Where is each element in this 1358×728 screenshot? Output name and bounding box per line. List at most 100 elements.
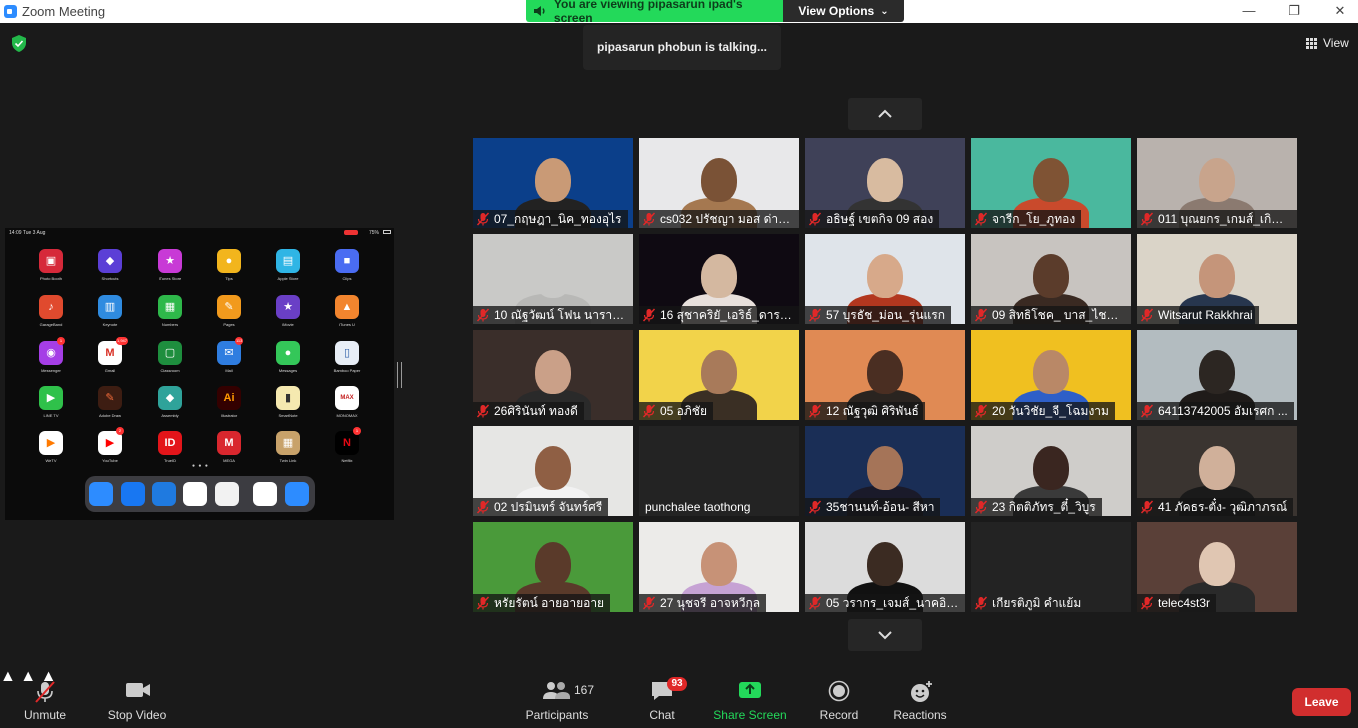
ipad-app[interactable]: ◉ 1 Messenger xyxy=(31,337,71,381)
ipad-app[interactable]: ▮ SmartNote xyxy=(268,386,308,426)
ipad-app[interactable]: ▶ WeTV xyxy=(31,431,71,471)
gallery-next-page-button[interactable] xyxy=(848,619,922,651)
participant-video-face xyxy=(867,446,903,490)
participant-name-tag: จารีก_โย_ภูทอง xyxy=(971,210,1082,228)
ipad-app[interactable]: ✉ 113 Mail xyxy=(209,337,249,381)
app-icon: ▥ xyxy=(98,295,122,319)
reactions-button[interactable]: Reactions xyxy=(890,668,950,728)
participant-tile[interactable]: 011 บุณยกร_เกมส์_เกิดสิริ xyxy=(1137,138,1297,228)
ipad-app[interactable]: MAX MONOMAX xyxy=(327,386,367,426)
participant-tile[interactable]: cs032 ปรัชญา มอส ด่าส... xyxy=(639,138,799,228)
app-label: Tips xyxy=(225,276,233,281)
app-label: Mail xyxy=(225,368,233,373)
participant-tile[interactable]: เกียรติภูมิ คำแย้ม xyxy=(971,522,1131,612)
participant-name-tag: 64113742005 อัมเรศก ... xyxy=(1137,402,1294,420)
dock-app-icon[interactable] xyxy=(183,482,207,506)
close-button[interactable]: ✕ xyxy=(1317,0,1358,23)
view-layout-button[interactable]: View xyxy=(1306,34,1356,52)
ipad-app[interactable]: ♪ GarageBand xyxy=(31,295,71,335)
ipad-app[interactable]: M MEGA xyxy=(209,431,249,471)
ipad-app[interactable]: ▥ Keynote xyxy=(90,295,130,335)
participant-tile[interactable]: 07_กฤษฎา_นิค_ทองอุไร xyxy=(473,138,633,228)
stop-video-button[interactable]: Stop Video xyxy=(104,668,170,728)
participant-tile[interactable]: 10 ณัฐวัฒน์ โฟน นาราเห... xyxy=(473,234,633,324)
participant-tile[interactable]: 64113742005 อัมเรศก ... xyxy=(1137,330,1297,420)
participant-tile[interactable]: 05 วรากร_เจมส์_นาคอินทร์ xyxy=(805,522,965,612)
participant-tile[interactable]: หรัยรัตน์ อายอายอาย xyxy=(473,522,633,612)
microphone-muted-icon xyxy=(35,681,55,703)
share-screen-button[interactable]: Share Screen xyxy=(712,668,788,728)
participant-tile[interactable]: จารีก_โย_ภูทอง xyxy=(971,138,1131,228)
dock-app-icon[interactable] xyxy=(89,482,113,506)
participant-tile[interactable]: 26ศิรินันท์ ทองดี xyxy=(473,330,633,420)
ipad-app[interactable]: ▲ iTunes U xyxy=(327,295,367,335)
participant-tile[interactable]: Witsarut Rakkhrai xyxy=(1137,234,1297,324)
chat-label: Chat xyxy=(649,708,675,722)
app-label: LINE TV xyxy=(43,413,59,418)
dock-app-icon[interactable] xyxy=(253,482,277,506)
audio-options-caret[interactable]: ▲ xyxy=(0,668,16,685)
shared-screen[interactable]: 14:09 Tue 3 Aug 75% ● ● ● ▣ Photo Booth ◆ S… xyxy=(5,228,394,520)
split-view-handle[interactable] xyxy=(397,362,402,388)
participant-tile[interactable]: อธิษฐ์ เขตกิจ 09 สอง xyxy=(805,138,965,228)
record-button[interactable]: Record xyxy=(814,668,864,728)
ipad-app[interactable]: M 1,947 Gmail xyxy=(90,337,130,381)
participant-tile[interactable]: telec4st3r xyxy=(1137,522,1297,612)
ipad-app[interactable]: ▦ Twin Link xyxy=(268,431,308,471)
dock-app-icon[interactable] xyxy=(121,482,145,506)
ipad-app[interactable]: ✎ Pages xyxy=(209,295,249,335)
dock-app-icon[interactable] xyxy=(152,482,176,506)
dock-app-icon[interactable] xyxy=(285,482,309,506)
participant-tile[interactable]: 12 ณัฐวุฒิ ศิริพันธ์ xyxy=(805,330,965,420)
ipad-app[interactable]: ▤ Apple Store xyxy=(268,249,308,289)
participant-name: 20 วันวิชัย_จี_โฉมงาม xyxy=(992,403,1109,418)
ipad-app[interactable]: ● Messages xyxy=(268,341,308,381)
ipad-app[interactable]: Ai Illustrator xyxy=(209,386,249,426)
ipad-app[interactable]: ID TrueID xyxy=(150,431,190,471)
participant-tile[interactable]: 09 สิทธิโชค_ บาส_ไชยสุระ xyxy=(971,234,1131,324)
participant-tile[interactable]: punchalee taothong xyxy=(639,426,799,516)
participant-tile[interactable]: 57 บุรธัช_ม่อน_รุ่นแรก xyxy=(805,234,965,324)
chevron-up-icon xyxy=(878,109,892,118)
participant-tile[interactable]: 20 วันวิชัย_จี_โฉมงาม xyxy=(971,330,1131,420)
participant-name-tag: 07_กฤษฎา_นิค_ทองอุไร xyxy=(473,210,628,228)
leave-meeting-button[interactable]: Leave xyxy=(1292,688,1351,716)
security-shield-icon[interactable] xyxy=(11,35,27,52)
ipad-app[interactable]: ● Tips xyxy=(209,249,249,289)
participant-tile[interactable]: 41 ภัคธร-ตั๋ง- วุฒิภาภรณ์ xyxy=(1137,426,1297,516)
ipad-app[interactable]: ✎ Adobe Draw xyxy=(90,386,130,426)
microphone-muted-icon xyxy=(476,212,490,226)
participant-tile[interactable]: 02 ปรมินทร์ จันทร์ศรี xyxy=(473,426,633,516)
participant-name: 05 อภิชัย xyxy=(660,403,707,418)
ipad-app[interactable]: ▦ Numbers xyxy=(150,295,190,335)
dock-app-icon[interactable] xyxy=(215,482,239,506)
app-icon: ▲ xyxy=(335,295,359,319)
ipad-app[interactable]: N 1 Netflix xyxy=(327,427,367,471)
participant-tile[interactable]: 16 สุชาคริยั_เอริธ์_ดารานั... xyxy=(639,234,799,324)
participant-tile[interactable]: 05 อภิชัย xyxy=(639,330,799,420)
app-label: Classroom xyxy=(160,368,180,373)
ipad-app[interactable]: ◆ Assembly xyxy=(150,386,190,426)
view-options-button[interactable]: View Options ⌄ xyxy=(783,0,904,22)
ipad-app[interactable]: ★ iTunes Store xyxy=(150,249,190,289)
gallery-prev-page-button[interactable] xyxy=(848,98,922,130)
participant-tile[interactable]: 23 กิตติภัทร_ตี๋_วิบูร xyxy=(971,426,1131,516)
maximize-button[interactable]: ❐ xyxy=(1271,0,1317,23)
app-icon: ■ xyxy=(335,249,359,273)
ipad-app[interactable]: ▶ LINE TV xyxy=(31,386,71,426)
ipad-app[interactable]: ■ Clips xyxy=(327,249,367,289)
ipad-app[interactable]: ▢ Classroom xyxy=(150,341,190,381)
ipad-app[interactable]: ◆ Shortcuts xyxy=(90,249,130,289)
ipad-date: Tue 3 Aug xyxy=(22,230,46,236)
participant-tile[interactable]: 35ชานนท์-อ้อน- สีหา xyxy=(805,426,965,516)
ipad-app[interactable]: ★ iMovie xyxy=(268,295,308,335)
ipad-app[interactable]: ▶ 2 YouTube xyxy=(90,427,130,471)
screen-share-banner: You are viewing pipasarun ipad's screen … xyxy=(526,0,904,22)
ipad-app[interactable]: ▣ Photo Booth xyxy=(31,249,71,289)
ipad-app[interactable]: ▯ Bamboo Paper xyxy=(327,341,367,381)
participants-button[interactable]: Participants xyxy=(522,668,592,728)
minimize-button[interactable]: — xyxy=(1226,0,1272,23)
participant-tile[interactable]: 27 นุชจรี อาจหวีกุล xyxy=(639,522,799,612)
unmute-button[interactable]: Unmute xyxy=(15,668,75,728)
app-icon: ◆ xyxy=(98,249,122,273)
